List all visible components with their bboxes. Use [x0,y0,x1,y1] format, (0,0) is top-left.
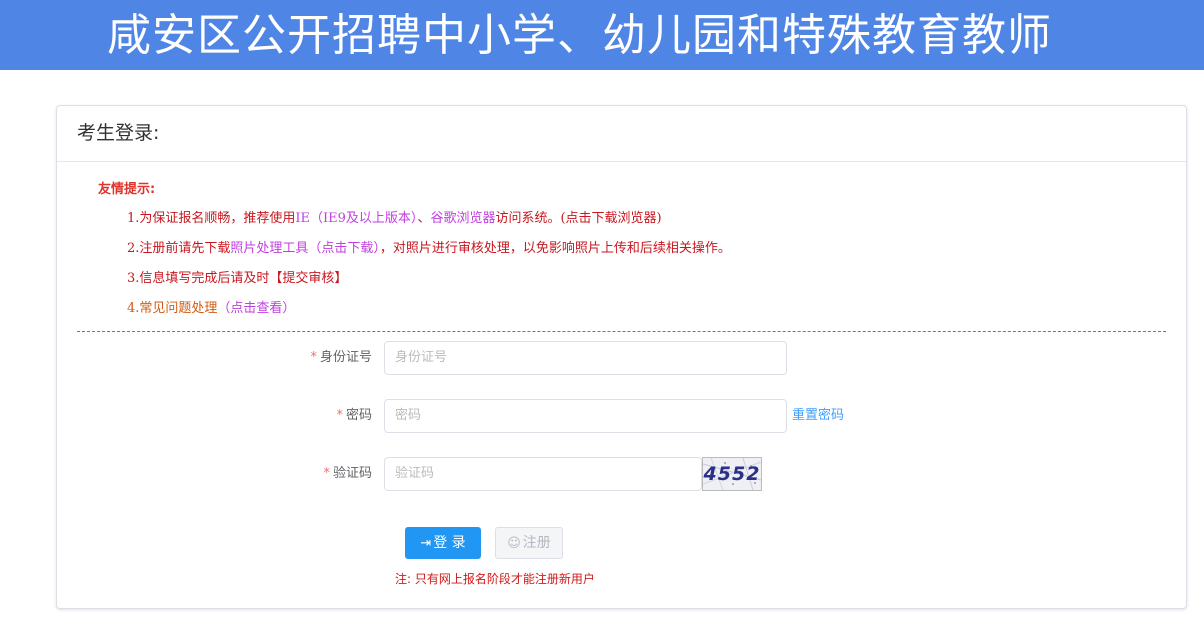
register-button-label: 注册 [522,535,551,551]
required-mark: * [323,466,330,481]
required-mark: * [310,350,317,365]
login-panel: 考生登录: 友情提示: 1.为保证报名顺畅，推荐使用IE（IE9及以上版本）、谷… [56,105,1187,609]
faq-link[interactable]: （点击查看） [217,301,295,316]
page-title: 咸安区公开招聘中小学、幼儿园和特殊教育教师 [107,10,1052,61]
tip-1-prefix: 1.为保证报名顺畅，推荐使用 [127,211,296,226]
id-number-label-text: 身份证号 [319,350,372,365]
captcha-image[interactable]: 4552 [702,457,762,491]
id-number-input[interactable]: 身份证号 [384,341,787,375]
login-button[interactable]: ⇥ 登 录 [405,527,481,559]
dashed-divider [77,331,1166,332]
chrome-browser-link[interactable]: 谷歌浏览器 [430,211,495,226]
tip-2-prefix: 2.注册前请先下载 [127,241,231,256]
panel-header: 考生登录: [57,106,1186,162]
photo-tool-download-link[interactable]: 照片处理工具（点击下载） [230,241,380,256]
tip-2-suffix: ，对照片进行审核处理，以免影响照片上传和后续相关操作。 [379,241,731,256]
password-input[interactable]: 密码 [384,399,787,433]
tip-1-suffix: 访问系统。(点击下载浏览器) [495,211,662,226]
id-number-label: * 身份证号 [242,349,372,367]
tip-item-3: 3.信息填写完成后请及时【提交审核】 [127,271,348,286]
ie-browser-link[interactable]: IE（IE9及以上版本） [295,211,417,226]
tip-item-2: 2.注册前请先下载照片处理工具（点击下载），对照片进行审核处理，以免影响照片上传… [127,240,731,258]
tip-4-prefix: 4.常见问题处理 [127,301,218,316]
header-banner: 咸安区公开招聘中小学、幼儿园和特殊教育教师 [0,0,1204,70]
login-button-label: 登 录 [433,535,466,551]
tip-item-1: 1.为保证报名顺畅，推荐使用IE（IE9及以上版本）、谷歌浏览器访问系统。(点击… [127,210,662,228]
tips-title: 友情提示: [98,182,156,197]
sign-in-icon: ⇥ [420,536,432,551]
captcha-label-text: 验证码 [332,466,372,481]
register-button[interactable]: ☺ 注册 [495,527,563,559]
captcha-input[interactable]: 验证码 [384,457,702,491]
tip-item-4: 4.常见问题处理（点击查看） [127,300,295,318]
password-label: * 密码 [242,407,372,425]
user-icon: ☺ [507,536,521,551]
required-mark: * [336,408,343,423]
password-label-text: 密码 [345,408,372,423]
captcha-text: 4552 [703,463,761,485]
registration-note: 注: 只有网上报名阶段才能注册新用户 [395,572,595,586]
reset-password-link[interactable]: 重置密码 [792,407,844,425]
panel-title: 考生登录: [77,122,160,144]
captcha-label: * 验证码 [242,465,372,483]
tip-1-middle: 、 [417,211,431,226]
